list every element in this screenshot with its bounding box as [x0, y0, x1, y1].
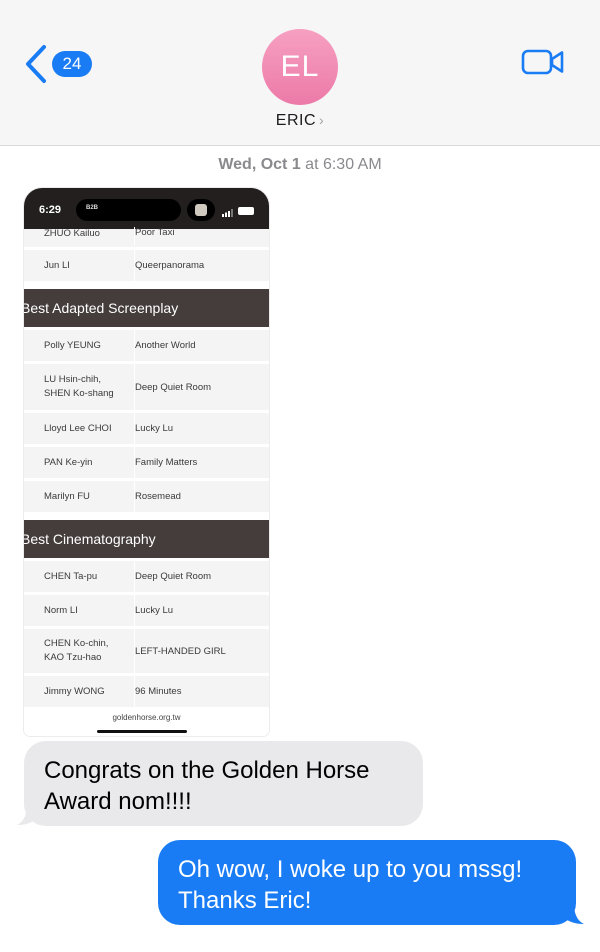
nominee-film: Queerpanorama	[134, 250, 204, 281]
chevron-right-icon: ›	[319, 112, 325, 128]
nominee-name: Lloyd Lee CHOI	[44, 422, 112, 434]
nominee-film: LEFT-HANDED GIRL	[134, 629, 226, 673]
nominee-names: LU Hsin-chih, SHEN Ko-shang	[44, 364, 130, 410]
nominee-name: LU Hsin-chih,	[44, 374, 102, 385]
nominee-name: CHEN Ta-pu	[44, 570, 98, 582]
list-item: PAN Ke-yin Family Matters	[24, 447, 269, 481]
nominee-name: Norm LI	[44, 604, 78, 616]
battery-icon	[238, 207, 254, 215]
nominee-film: 96 Minutes	[134, 676, 181, 707]
nominee-name: Polly YEUNG	[44, 339, 101, 351]
contact-name[interactable]: ERIC ›	[0, 112, 600, 130]
home-indicator	[97, 730, 187, 733]
back-button[interactable]: 24	[24, 44, 104, 84]
timestamp-day: Wed, Oct 1	[218, 156, 301, 173]
screenshot-status-bar: 6:29 B2B	[24, 188, 269, 229]
screenshot-attachment[interactable]: 6:29 B2B ZHUO Kailuo Poor Taxi Jun LI Qu…	[24, 188, 269, 736]
list-item: LU Hsin-chih, SHEN Ko-shang Deep Quiet R…	[24, 364, 269, 413]
message-timestamp: Wed, Oct 1 at 6:30 AM	[0, 156, 600, 174]
nominee-name: CHEN Ko-chin,	[44, 638, 109, 649]
section-title: Best Adapted Screenplay	[24, 300, 179, 316]
nominee-names: CHEN Ko-chin, KAO Tzu-hao	[44, 629, 130, 673]
nominee-film: Lucky Lu	[134, 413, 173, 444]
incoming-message-bubble[interactable]: Congrats on the Golden Horse Award nom!!…	[24, 741, 423, 826]
section-heading: Best Adapted Screenplay	[24, 289, 269, 327]
video-camera-icon	[521, 49, 564, 75]
list-item: Jun LI Queerpanorama	[24, 250, 269, 284]
contact-name-label: ERIC	[275, 112, 317, 129]
list-item: Jimmy WONG 96 Minutes	[24, 676, 269, 710]
now-playing-icon	[187, 199, 215, 221]
screenshot-clock: 6:29	[39, 204, 62, 216]
nominee-name: ZHUO Kailuo	[44, 228, 100, 239]
island-label: B2B	[86, 205, 99, 211]
list-item: Marilyn FU Rosemead	[24, 481, 269, 515]
section-heading: Best Cinematography	[24, 520, 269, 558]
contact-avatar[interactable]: EL	[262, 29, 338, 105]
list-item: CHEN Ta-pu Deep Quiet Room	[24, 561, 269, 595]
list-item: Polly YEUNG Another World	[24, 330, 269, 364]
facetime-video-button[interactable]	[521, 48, 565, 76]
nominee-film: Poor Taxi	[134, 227, 174, 245]
nominee-film: Rosemead	[134, 481, 181, 512]
nominee-name: SHEN Ko-shang	[44, 388, 114, 399]
list-item: Norm LI Lucky Lu	[24, 595, 269, 629]
message-text-line: Oh wow, I woke up to you mssg!	[178, 856, 523, 883]
nominee-name: KAO Tzu-hao	[44, 652, 102, 663]
outgoing-message-bubble[interactable]: Oh wow, I woke up to you mssg! Thanks Er…	[158, 840, 576, 925]
list-item: ZHUO Kailuo Poor Taxi	[24, 227, 269, 250]
nominee-name: Jun LI	[44, 259, 70, 271]
nominee-list: ZHUO Kailuo Poor Taxi Jun LI Queerpanora…	[24, 227, 269, 710]
nominee-name: Jimmy WONG	[44, 685, 105, 697]
message-text-line: Congrats on the Golden Horse	[44, 757, 370, 784]
nominee-name: Marilyn FU	[44, 490, 90, 502]
nominee-film: Deep Quiet Room	[134, 364, 211, 410]
dynamic-island: B2B	[76, 199, 181, 221]
message-text-line: Thanks Eric!	[178, 887, 312, 914]
conversation-header: 24 EL ERIC ›	[0, 0, 600, 146]
timestamp-time: at 6:30 AM	[305, 156, 382, 173]
list-item: Lloyd Lee CHOI Lucky Lu	[24, 413, 269, 447]
list-item: CHEN Ko-chin, KAO Tzu-hao LEFT-HANDED GI…	[24, 629, 269, 676]
nominee-name: PAN Ke-yin	[44, 456, 93, 468]
chevron-left-icon	[26, 45, 46, 83]
unread-count-badge: 24	[52, 51, 92, 77]
signal-bars-icon	[222, 209, 233, 217]
screenshot-url: goldenhorse.org.tw	[112, 713, 181, 722]
nominee-film: Lucky Lu	[134, 595, 173, 626]
section-title: Best Cinematography	[24, 531, 156, 547]
nominee-film: Another World	[134, 330, 196, 361]
nominee-film: Deep Quiet Room	[134, 561, 211, 592]
nominee-film: Family Matters	[134, 447, 197, 478]
message-text-line: Award nom!!!!	[44, 788, 192, 815]
